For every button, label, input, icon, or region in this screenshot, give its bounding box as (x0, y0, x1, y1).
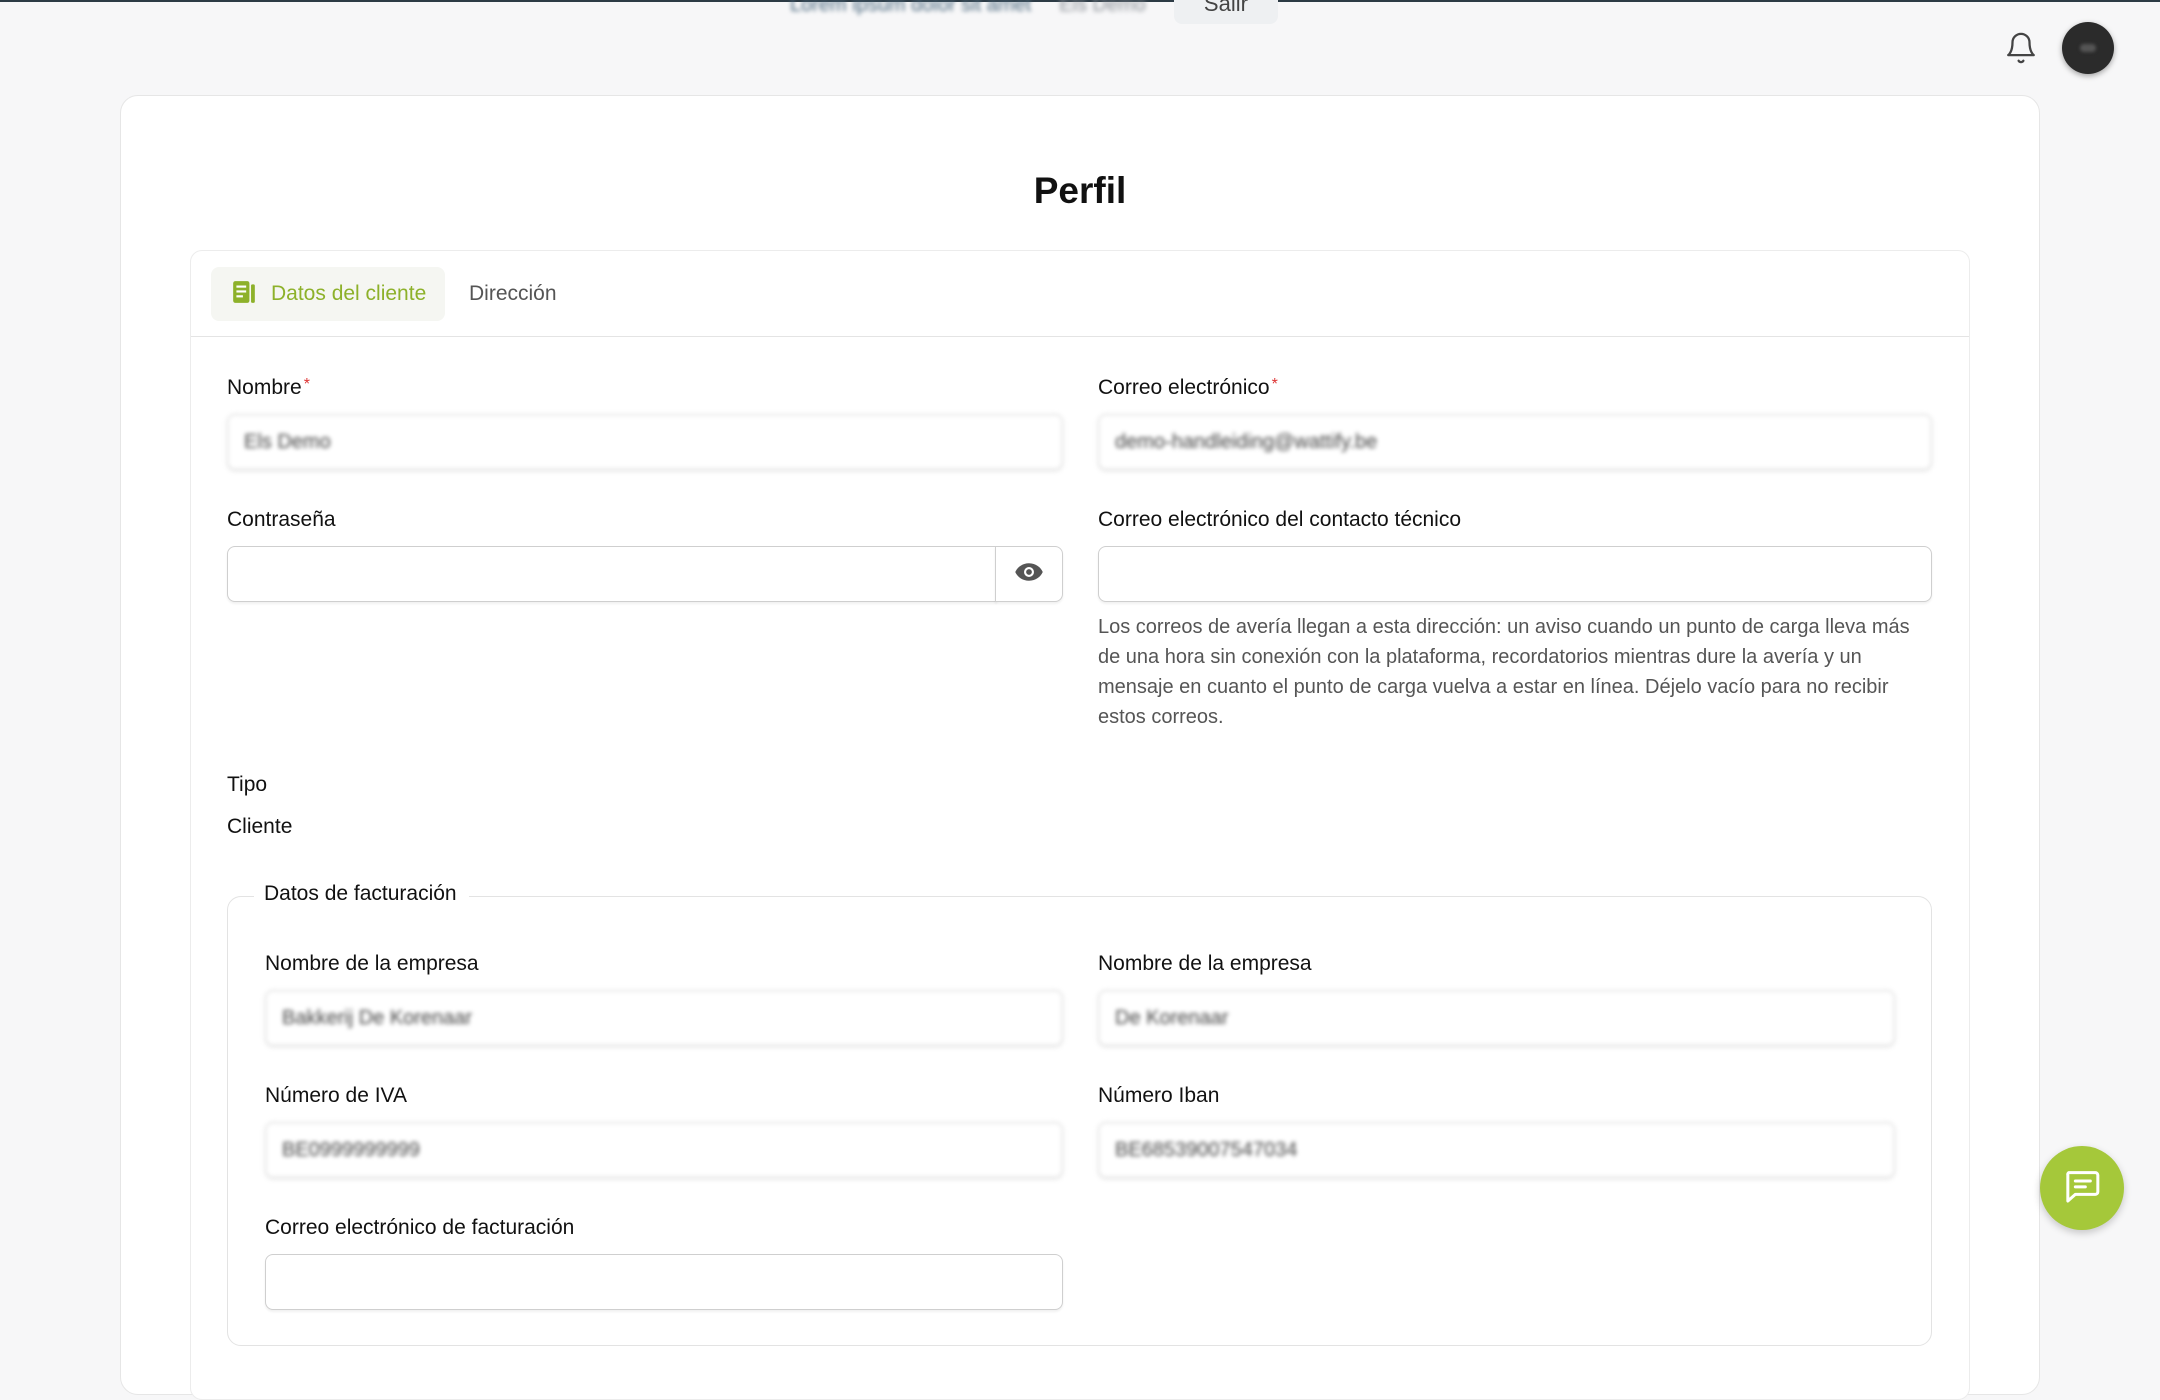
billing-email-input[interactable] (265, 1254, 1063, 1310)
page-title: Perfil (1033, 170, 1127, 211)
tech-email-input[interactable] (1098, 546, 1932, 602)
top-user-name: Els Demo (1059, 0, 1146, 16)
company-name-2-label: Nombre de la empresa (1098, 952, 1312, 975)
company-name-input[interactable] (265, 990, 1063, 1046)
password-field (227, 546, 1063, 602)
document-icon (231, 279, 257, 310)
exit-button[interactable]: Salir (1173, 0, 1278, 24)
name-input[interactable] (227, 414, 1063, 470)
type-label: Tipo (227, 773, 268, 796)
iban-input[interactable] (1098, 1122, 1895, 1178)
top-link[interactable]: Lorem ipsum dolor sit amet (790, 0, 1031, 15)
tab-customer-data[interactable]: Datos del cliente (211, 267, 445, 321)
tech-email-help-text: Los correos de avería llegan a esta dire… (1098, 616, 1910, 728)
chat-bubble-icon (2062, 1166, 2102, 1211)
email-label-text: Correo electrónico (1098, 376, 1270, 399)
tab-bar: Datos del cliente Dirección (191, 251, 1969, 337)
name-label: Nombre * (227, 376, 310, 400)
password-input[interactable] (227, 546, 997, 602)
chat-button[interactable] (2040, 1146, 2124, 1230)
email-input[interactable] (1098, 414, 1932, 470)
email-required-mark: * (1271, 376, 1278, 393)
billing-legend: Datos de facturación (254, 882, 469, 906)
tab-address[interactable]: Dirección (469, 267, 557, 321)
password-label: Contraseña (227, 508, 336, 531)
name-label-text: Nombre (227, 376, 302, 399)
email-label: Correo electrónico * (1098, 376, 1278, 400)
company-name-label: Nombre de la empresa (265, 952, 479, 975)
show-password-button[interactable] (995, 546, 1063, 602)
vat-label: Número de IVA (265, 1084, 408, 1107)
notifications-bell-icon[interactable] (2004, 30, 2038, 66)
top-strip: Lorem ipsum dolor sit amet Els Demo Sali… (790, 0, 1278, 26)
tab-customer-data-label: Datos del cliente (271, 282, 427, 305)
billing-email-label: Correo electrónico de facturación (265, 1216, 575, 1239)
avatar-initials (2080, 44, 2096, 52)
company-name-2-input[interactable] (1098, 990, 1895, 1046)
name-required-mark: * (303, 376, 310, 393)
type-value: Cliente (227, 815, 293, 838)
tech-email-label: Correo electrónico del contacto técnico (1098, 508, 1462, 531)
iban-label: Número Iban (1098, 1084, 1220, 1107)
user-avatar[interactable] (2062, 22, 2114, 74)
vat-input[interactable] (265, 1122, 1063, 1178)
eye-icon (1014, 561, 1044, 588)
